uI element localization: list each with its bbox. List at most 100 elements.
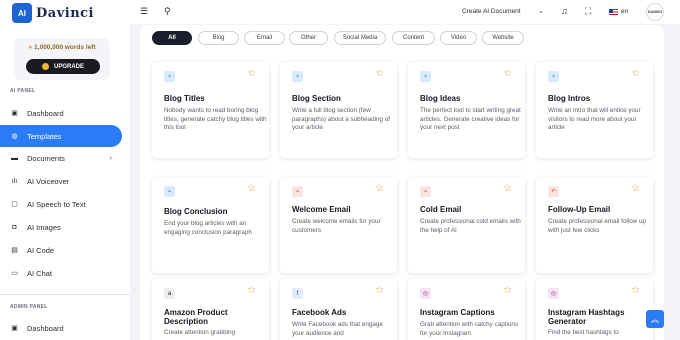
card-description: Write Facebook ads that engage your audi… [292,321,383,337]
template-card-amazon-product-description[interactable]: a ☆ Amazon Product Description Create at… [152,279,269,340]
sidebar-item-dashboard[interactable]: ▣ Dashboard [0,102,122,124]
card-title: Instagram Captions [420,308,495,317]
filter-social-media[interactable]: Social Media [334,31,386,45]
menu-icon[interactable]: ☰ [140,6,148,17]
template-card-facebook-ads[interactable]: f ☆ Facebook Ads Write Facebook ads that… [280,279,397,340]
brand-name: Davinci [36,5,94,21]
template-card-blog-conclusion[interactable]: ▪ ☆ Blog Conclusion End your blog articl… [152,177,269,273]
sidebar-item-label: Documents [27,153,65,163]
card-description: Write a full blog section (few paragraph… [292,107,391,131]
template-card-blog-titles[interactable]: ▪ ☆ Blog Titles Nobody wants to read bor… [152,62,269,158]
star-icon[interactable]: ☆ [375,68,384,79]
sidebar-item-ai-code[interactable]: ▤ AI Code [0,239,122,261]
blog-icon: ▪ [420,71,431,82]
template-card-cold-email[interactable]: ▪ ☆ Cold Email Create professional cold … [408,177,525,273]
instagram-icon: ◎ [548,288,559,299]
sidebar-item-label: Dashboard [27,108,64,118]
filter-all[interactable]: All [152,31,192,45]
sidebar-item-label: AI Images [27,222,61,232]
create-document-link[interactable]: Create AI Document [462,8,521,15]
filter-website[interactable]: Website [482,31,524,45]
microphone-icon: ▢ [11,201,18,208]
filter-video[interactable]: Video [440,31,477,45]
template-card-instagram-captions[interactable]: ◎ ☆ Instagram Captions Grab attention wi… [408,279,525,340]
star-icon[interactable]: ☆ [375,285,384,296]
sidebar-item-admin-dashboard[interactable]: ▣ Dashboard [0,317,122,339]
words-left-label: 1,000,000 words left [34,44,96,51]
sidebar-divider [0,294,130,295]
chevron-right-icon: › [109,154,112,162]
dashboard-icon: ▣ [11,325,18,332]
card-title: Welcome Email [292,205,351,214]
sidebar-item-ai-voiceover[interactable]: ılı AI Voiceover [0,170,122,192]
card-description: Create professional cold emails with the… [420,218,521,234]
credits-text: ● 1,000,000 words left [14,44,110,51]
template-card-blog-ideas[interactable]: ▪ ☆ Blog Ideas The perfect tool to start… [408,62,525,158]
blog-icon: ▪ [164,71,175,82]
card-description: Grab attention with catchy captions for … [420,321,519,337]
bell-icon[interactable]: ♫ [561,6,568,16]
chevron-down-icon[interactable]: ⌄ [538,7,544,15]
star-icon[interactable]: ☆ [503,285,512,296]
filter-other[interactable]: Other [289,31,328,45]
card-title: Facebook Ads [292,308,347,317]
filter-blog[interactable]: Blog [198,31,239,45]
us-flag-icon[interactable] [609,9,618,15]
sidebar-item-documents[interactable]: ▬ Documents › [0,147,122,169]
image-icon: ◘ [12,223,17,231]
brand-logo[interactable]: AI Davinci [12,3,94,23]
star-icon[interactable]: ☆ [247,285,256,296]
logo-mark: AI [12,3,32,23]
star-icon[interactable]: ☆ [631,285,640,296]
sidebar-item-ai-images[interactable]: ◘ AI Images [0,216,122,238]
sidebar-item-label: Dashboard [27,323,64,333]
upgrade-icon [41,63,49,70]
template-card-instagram-hashtags-generator[interactable]: ◎ ☆ Instagram Hashtags Generator Find th… [536,279,653,340]
card-description: The perfect tool to start writing great … [420,107,521,131]
template-card-blog-intros[interactable]: ▪ ☆ Blog Intros Write an intro that will… [536,62,653,158]
template-card-follow-up-email[interactable]: ↶ ☆ Follow-Up Email Create professional … [536,177,653,273]
star-icon[interactable]: ☆ [503,183,512,194]
sidebar-item-label: AI Speech to Text [27,199,86,209]
sidebar-item-ai-speech-to-text[interactable]: ▢ AI Speech to Text [0,193,122,215]
chat-icon: ▭ [11,270,18,277]
card-description: Write an intro that will entice your vis… [548,107,641,131]
search-icon[interactable]: ⚲ [164,6,171,17]
card-description: Create professional email follow up with… [548,218,647,234]
folder-icon: ▬ [11,154,18,162]
star-icon[interactable]: ☆ [247,183,256,194]
card-title: Blog Section [292,94,341,103]
card-description: Nobody wants to read boring blog titles,… [164,107,267,131]
card-title: Follow-Up Email [548,205,611,214]
ai-panel-label: AI PANEL [10,88,36,94]
star-icon[interactable]: ☆ [375,183,384,194]
card-description: Find the best hashtags to [548,329,619,336]
credits-box: ● 1,000,000 words left UPGRADE [14,38,110,80]
sidebar-item-ai-chat[interactable]: ▭ AI Chat [0,262,122,284]
dashboard-icon: ▣ [11,110,18,117]
star-icon[interactable]: ☆ [631,68,640,79]
upgrade-button[interactable]: UPGRADE [26,59,100,74]
sidebar-item-templates[interactable]: ◍ Templates [0,125,122,147]
star-icon[interactable]: ☆ [503,68,512,79]
card-title: Instagram Hashtags Generator [548,308,625,326]
waveform-icon: ılı [11,177,18,185]
facebook-icon: f [292,288,303,299]
card-description: End your blog articles with an engaging … [164,220,252,236]
scroll-to-top-button[interactable]: ︽ [646,310,664,328]
instagram-icon: ◎ [420,288,431,299]
filter-content[interactable]: Content [392,31,435,45]
star-icon[interactable]: ☆ [247,68,256,79]
star-icon[interactable]: ☆ [631,183,640,194]
card-description: Create welcome emails for your customers [292,218,381,234]
language-label[interactable]: en [621,8,628,15]
template-card-welcome-email[interactable]: ▪ ☆ Welcome Email Create welcome emails … [280,177,397,273]
avatar[interactable]: DAVINCI [646,3,664,21]
email-icon: ▪ [420,186,431,197]
sidebar-item-label: AI Code [27,245,55,255]
card-title: Blog Titles [164,94,205,103]
filter-email[interactable]: Email [244,31,285,45]
fullscreen-icon[interactable]: ⛶ [585,6,591,17]
template-card-blog-section[interactable]: ▪ ☆ Blog Section Write a full blog secti… [280,62,397,158]
admin-panel-label: ADMIN PANEL [10,304,48,310]
